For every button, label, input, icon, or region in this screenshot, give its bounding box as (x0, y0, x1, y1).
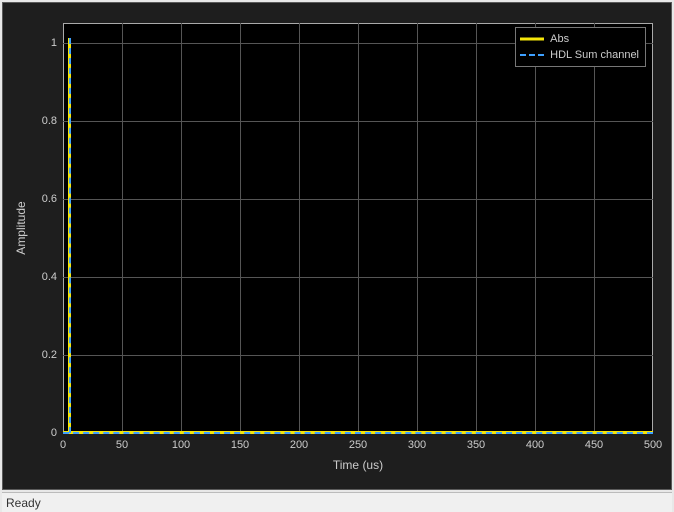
x-tick-label: 500 (644, 439, 662, 451)
x-tick-label: 350 (467, 439, 485, 451)
y-tick-label: 0.8 (27, 115, 57, 127)
y-tick-label: 0.6 (27, 193, 57, 205)
y-tick-label: 1 (27, 37, 57, 49)
x-tick-label: 200 (290, 439, 308, 451)
x-tick-label: 50 (116, 439, 128, 451)
app-window: 0 50 100 150 200 250 300 350 400 450 500 0 0.2 0.4 0.… (0, 0, 674, 512)
y-tick-label: 0 (27, 427, 57, 439)
x-tick-label: 150 (231, 439, 249, 451)
plot-frame: 0 50 100 150 200 250 300 350 400 450 500 0 0.2 0.4 0.… (2, 2, 672, 490)
x-tick-label: 0 (60, 439, 66, 451)
legend[interactable]: Abs HDL Sum channel (515, 27, 646, 67)
series-hdl-spike (69, 38, 71, 433)
status-text: Ready (6, 496, 41, 510)
legend-item-hdl: HDL Sum channel (520, 47, 639, 63)
legend-label-abs: Abs (550, 33, 569, 45)
y-axis-label: Amplitude (14, 201, 28, 254)
x-tick-label: 100 (172, 439, 190, 451)
x-tick-label: 300 (408, 439, 426, 451)
x-tick-label: 250 (349, 439, 367, 451)
status-bar: Ready (2, 492, 672, 512)
legend-swatch-abs (520, 33, 544, 45)
x-tick-label: 400 (526, 439, 544, 451)
y-tick-label: 0.4 (27, 271, 57, 283)
legend-item-abs: Abs (520, 31, 639, 47)
legend-swatch-hdl (520, 49, 544, 61)
y-tick-label: 0.2 (27, 349, 57, 361)
series-hdl-baseline (63, 432, 653, 434)
x-axis-label: Time (us) (333, 458, 383, 472)
x-tick-label: 450 (585, 439, 603, 451)
legend-label-hdl: HDL Sum channel (550, 49, 639, 61)
